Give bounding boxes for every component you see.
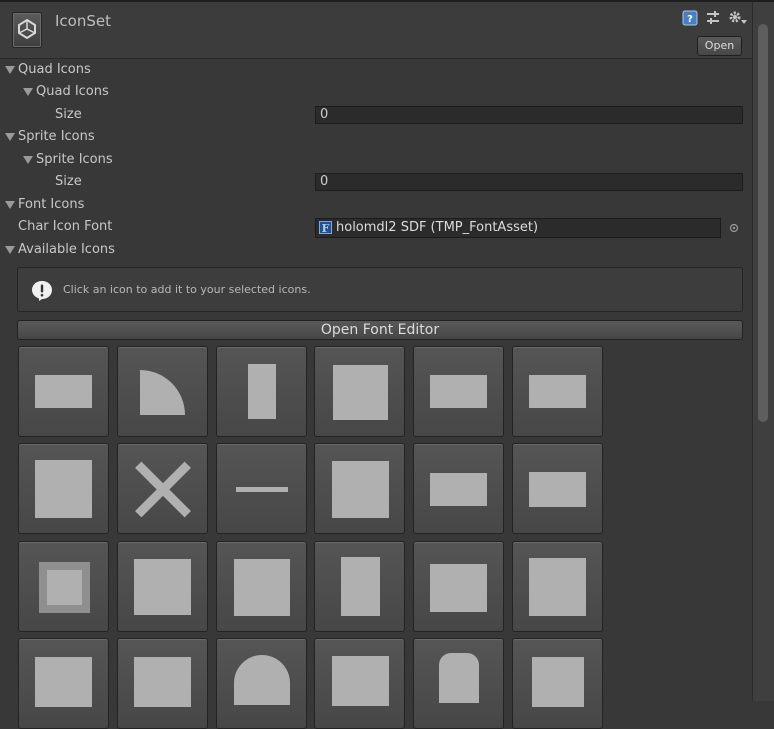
settings-gear-icon[interactable]	[728, 10, 748, 26]
inspector-header: IconSet ? Open	[0, 2, 752, 58]
camera-icon[interactable]	[413, 541, 504, 632]
mail-open-icon[interactable]	[512, 346, 603, 437]
framed-square-icon[interactable]	[18, 541, 109, 632]
foldout-arrow-icon[interactable]	[5, 66, 15, 74]
quad-size-field[interactable]: 0	[315, 106, 743, 124]
sprite-size-field[interactable]: 0	[315, 173, 743, 191]
sprite-icons-foldout[interactable]: Sprite Icons	[18, 127, 95, 147]
help-text: Click an icon to add it to your selected…	[63, 283, 311, 296]
quad-size-label: Size	[55, 107, 82, 122]
tile-icon-20[interactable]	[117, 638, 208, 729]
unity-logo-icon	[12, 12, 42, 48]
help-box: Click an icon to add it to your selected…	[17, 267, 743, 312]
foldout-arrow-icon[interactable]	[5, 133, 15, 141]
wifi-arc-icon[interactable]	[117, 346, 208, 437]
foldout-arrow-icon[interactable]	[23, 88, 33, 96]
object-picker-icon[interactable]	[729, 222, 739, 233]
sprite-icons-list-foldout[interactable]: Sprite Icons	[36, 150, 113, 170]
font-asset-icon: F	[319, 221, 332, 235]
horizontal-bar-icon[interactable]	[18, 346, 109, 437]
header-divider	[0, 58, 752, 59]
svg-text:?: ?	[687, 14, 693, 25]
gear-icon[interactable]	[314, 443, 405, 534]
asset-title: IconSet	[55, 12, 111, 30]
scrollbar-thumb[interactable]	[758, 24, 768, 422]
open-button[interactable]: Open	[697, 36, 742, 56]
open-font-editor-button[interactable]: Open Font Editor	[17, 320, 743, 340]
square-icon[interactable]	[18, 443, 109, 534]
foldout-arrow-icon[interactable]	[23, 156, 33, 164]
char-icon-font-value: holomdl2 SDF (TMP_FontAsset)	[336, 220, 539, 235]
lock-icon[interactable]	[413, 638, 504, 729]
sun-icon[interactable]	[314, 346, 405, 437]
microphone-icon[interactable]	[314, 541, 405, 632]
tile-icon-22[interactable]	[314, 638, 405, 729]
quad-icons-foldout[interactable]: Quad Icons	[18, 60, 91, 80]
font-icons-foldout[interactable]: Font Icons	[18, 195, 84, 215]
double-rect-icon[interactable]	[512, 443, 603, 534]
tile-icon-21[interactable]	[216, 638, 307, 729]
vertical-scrollbar[interactable]	[752, 2, 774, 701]
minus-icon[interactable]	[216, 443, 307, 534]
help-book-icon[interactable]: ?	[682, 10, 698, 26]
char-icon-font-field[interactable]: F holomdl2 SDF (TMP_FontAsset)	[315, 218, 721, 238]
star-icon[interactable]	[512, 541, 603, 632]
available-icons-foldout[interactable]: Available Icons	[18, 240, 115, 260]
bluetooth-icon[interactable]	[216, 346, 307, 437]
quad-icons-list-foldout[interactable]: Quad Icons	[36, 82, 109, 102]
landscape-rect-icon[interactable]	[413, 443, 504, 534]
close-x-icon[interactable]	[117, 443, 208, 534]
search-icon[interactable]	[216, 541, 307, 632]
foldout-arrow-icon[interactable]	[5, 246, 15, 254]
foldout-arrow-icon[interactable]	[5, 201, 15, 209]
tile-icon-19[interactable]	[18, 638, 109, 729]
lines-square-icon[interactable]	[117, 541, 208, 632]
pause-icon[interactable]	[512, 638, 603, 729]
sprite-size-label: Size	[55, 174, 82, 189]
info-exclamation-icon	[31, 280, 53, 302]
presets-sliders-icon[interactable]	[705, 10, 721, 26]
mail-icon[interactable]	[413, 346, 504, 437]
char-icon-font-label: Char Icon Font	[18, 219, 113, 234]
